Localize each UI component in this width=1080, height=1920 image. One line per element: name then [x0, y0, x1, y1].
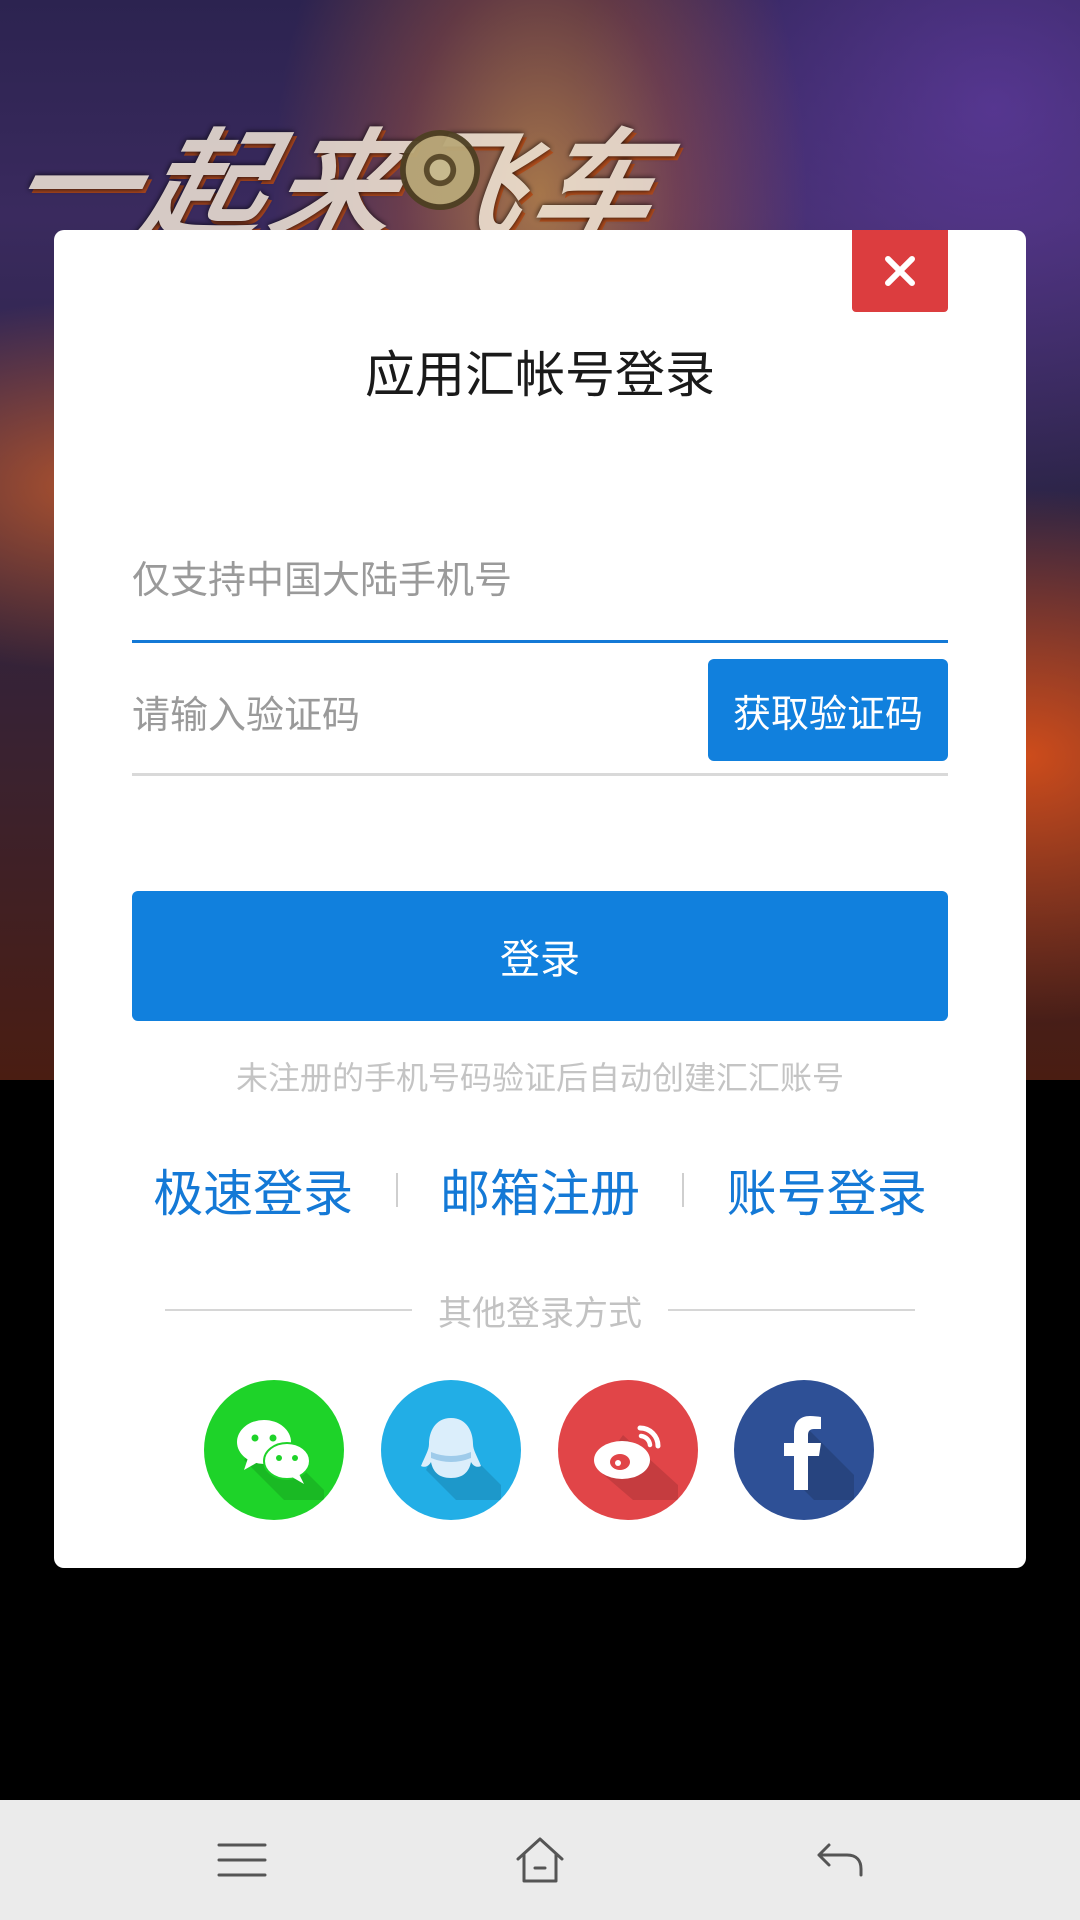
get-code-button[interactable]: 获取验证码 — [708, 659, 948, 761]
back-button[interactable] — [810, 1830, 870, 1890]
divider-line-right — [668, 1309, 915, 1311]
logo-wheel — [400, 130, 480, 210]
code-underline — [132, 773, 948, 776]
account-login-link[interactable]: 账号登录 — [727, 1154, 927, 1226]
link-divider — [395, 1173, 398, 1207]
game-logo: 一起来飞车 — [0, 117, 684, 258]
back-icon — [817, 1843, 863, 1877]
verification-code-input[interactable] — [132, 670, 692, 760]
home-icon — [516, 1837, 564, 1883]
weibo-login-button[interactable] — [558, 1380, 698, 1520]
weibo-icon — [594, 1425, 678, 1500]
register-hint: 未注册的手机号码验证后自动创建汇汇账号 — [235, 1059, 844, 1097]
wechat-login-button[interactable] — [204, 1380, 344, 1520]
home-button[interactable] — [510, 1830, 570, 1890]
login-dialog: 应用汇帐号登录 获取验证码 登录 未注册的手机号码验证后自动创建汇汇账号 极速登… — [54, 230, 1026, 1568]
quick-login-link[interactable]: 极速登录 — [153, 1154, 353, 1226]
login-button[interactable]: 登录 — [132, 891, 948, 1021]
wechat-icon — [237, 1420, 324, 1500]
close-icon — [885, 256, 915, 286]
email-register-link[interactable]: 邮箱注册 — [440, 1154, 640, 1226]
menu-button[interactable] — [212, 1830, 272, 1890]
other-login-divider: 其他登录方式 — [165, 1285, 915, 1335]
phone-input[interactable] — [132, 540, 948, 620]
qq-icon — [421, 1418, 501, 1500]
menu-icon — [217, 1843, 267, 1877]
facebook-icon — [784, 1416, 854, 1500]
link-divider — [682, 1173, 685, 1207]
facebook-login-button[interactable] — [734, 1380, 874, 1520]
system-nav-bar — [0, 1800, 1080, 1920]
phone-underline — [132, 640, 948, 643]
other-login-label: 其他登录方式 — [438, 1293, 642, 1334]
close-button[interactable] — [852, 230, 948, 312]
login-options: 极速登录 邮箱注册 账号登录 — [132, 1150, 948, 1230]
dialog-title: 应用汇帐号登录 — [365, 346, 715, 404]
divider-line-left — [165, 1309, 412, 1311]
qq-login-button[interactable] — [381, 1380, 521, 1520]
